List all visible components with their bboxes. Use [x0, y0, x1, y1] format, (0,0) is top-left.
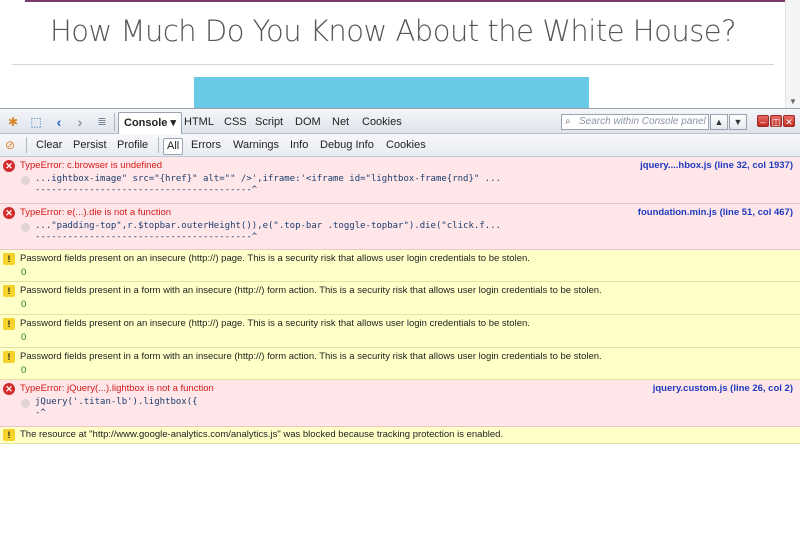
- warning-message: Password fields present on an insecure (…: [20, 253, 530, 264]
- code-snippet: ...ightbox-image" src="{href}" alt="" />…: [35, 174, 501, 184]
- command-line-icon[interactable]: ≣: [94, 114, 110, 130]
- warning-icon: !: [3, 285, 15, 297]
- page-divider: [12, 64, 774, 65]
- console-search-input[interactable]: ⌕ Search within Console panel: [561, 114, 709, 130]
- console-error-row[interactable]: ✕ TypeError: jQuery(...).lightbox is not…: [0, 380, 800, 427]
- code-snippet: jQuery('.titan-lb').lightbox({: [35, 397, 198, 407]
- warning-icon: !: [3, 351, 15, 363]
- warning-value: 0: [21, 267, 27, 278]
- firebug-icon[interactable]: ✱: [5, 114, 21, 130]
- source-link[interactable]: jquery....hbox.js (line 32, col 1937): [640, 160, 793, 171]
- tab-css[interactable]: CSS: [219, 112, 252, 132]
- console-warning-row[interactable]: ! The resource at "http://www.google-ana…: [0, 427, 800, 444]
- tab-cookies[interactable]: Cookies: [357, 112, 407, 132]
- profile-button[interactable]: Profile: [114, 138, 151, 153]
- detach-button[interactable]: ◫: [770, 115, 782, 127]
- close-button[interactable]: ✕: [783, 115, 795, 127]
- filter-cookies[interactable]: Cookies: [383, 138, 429, 153]
- console-error-row[interactable]: ✕ TypeError: c.browser is undefined jque…: [0, 157, 800, 204]
- console-warning-row[interactable]: ! Password fields present on an insecure…: [0, 315, 800, 348]
- persist-button[interactable]: Persist: [70, 138, 110, 153]
- source-link[interactable]: jquery.custom.js (line 26, col 2): [653, 383, 793, 394]
- toolbar-separator: [158, 137, 159, 153]
- code-caret: ----------------------------------------…: [35, 232, 258, 242]
- filter-debug-info[interactable]: Debug Info: [317, 138, 377, 153]
- warning-message: Password fields present in a form with a…: [20, 285, 602, 296]
- search-placeholder: Search within Console panel: [579, 116, 706, 127]
- console-warning-row[interactable]: ! Password fields present in a form with…: [0, 282, 800, 315]
- warning-message: The resource at "http://www.google-analy…: [20, 429, 504, 440]
- warning-message: Password fields present in a form with a…: [20, 351, 602, 362]
- error-message: TypeError: c.browser is undefined: [20, 160, 163, 171]
- tab-html[interactable]: HTML: [179, 112, 219, 132]
- clear-button[interactable]: Clear: [33, 138, 65, 153]
- warning-value: 0: [21, 365, 27, 376]
- code-caret: -^: [35, 408, 46, 418]
- warning-message: Password fields present on an insecure (…: [20, 318, 530, 329]
- console-warning-row[interactable]: ! Password fields present on an insecure…: [0, 250, 800, 282]
- inspect-icon[interactable]: ⬚: [28, 114, 44, 130]
- toolbar-separator: [114, 113, 115, 131]
- page-title: How Much Do You Know About the White Hou…: [49, 14, 737, 48]
- filter-errors[interactable]: Errors: [188, 138, 224, 153]
- clear-console-icon[interactable]: ⊘: [5, 138, 15, 152]
- error-icon: ✕: [3, 160, 15, 172]
- tab-console[interactable]: Console ▾: [118, 112, 182, 134]
- page-banner-image: [194, 77, 589, 108]
- filter-warnings[interactable]: Warnings: [230, 138, 282, 153]
- search-prev-button[interactable]: ▲: [710, 114, 728, 130]
- console-error-row[interactable]: ✕ TypeError: e(...).die is not a functio…: [0, 204, 800, 250]
- breakpoint-toggle[interactable]: [21, 223, 30, 232]
- warning-value: 0: [21, 299, 27, 310]
- warning-icon: !: [3, 318, 15, 330]
- warning-icon: !: [3, 429, 15, 441]
- filter-info[interactable]: Info: [287, 138, 311, 153]
- page-scrollbar[interactable]: ▼: [785, 0, 800, 108]
- filter-all[interactable]: All: [163, 138, 184, 155]
- breakpoint-toggle[interactable]: [21, 399, 30, 408]
- forward-arrow-icon[interactable]: ›: [72, 114, 88, 130]
- tab-net[interactable]: Net: [327, 112, 354, 132]
- breakpoint-toggle[interactable]: [21, 176, 30, 185]
- console-toolbar: ⊘ Clear Persist Profile All Errors Warni…: [0, 134, 800, 157]
- source-link[interactable]: foundation.min.js (line 51, col 467): [638, 207, 793, 218]
- web-page: How Much Do You Know About the White Hou…: [0, 0, 800, 108]
- error-icon: ✕: [3, 207, 15, 219]
- warning-value: 0: [21, 332, 27, 343]
- minimize-button[interactable]: –: [757, 115, 769, 127]
- code-caret: ----------------------------------------…: [35, 185, 258, 195]
- console-log: ✕ TypeError: c.browser is undefined jque…: [0, 157, 800, 533]
- error-message: TypeError: jQuery(...).lightbox is not a…: [20, 383, 214, 394]
- search-icon: ⌕: [565, 116, 571, 127]
- error-icon: ✕: [3, 383, 15, 395]
- error-message: TypeError: e(...).die is not a function: [20, 207, 172, 218]
- toolbar-separator: [26, 137, 27, 153]
- back-arrow-icon[interactable]: ‹: [51, 114, 67, 130]
- console-warning-row[interactable]: ! Password fields present in a form with…: [0, 348, 800, 380]
- firebug-toolbar: ✱ ⬚ ‹ › ≣ Console ▾ HTML CSS Script DOM …: [0, 108, 800, 134]
- code-snippet: ..."padding-top",r.$topbar.outerHeight()…: [35, 221, 501, 231]
- tab-dom[interactable]: DOM: [290, 112, 326, 132]
- page-top-bar: [25, 0, 785, 2]
- warning-icon: !: [3, 253, 15, 265]
- tab-script[interactable]: Script: [250, 112, 288, 132]
- search-next-button[interactable]: ▼: [729, 114, 747, 130]
- scroll-down-icon[interactable]: ▼: [789, 97, 797, 106]
